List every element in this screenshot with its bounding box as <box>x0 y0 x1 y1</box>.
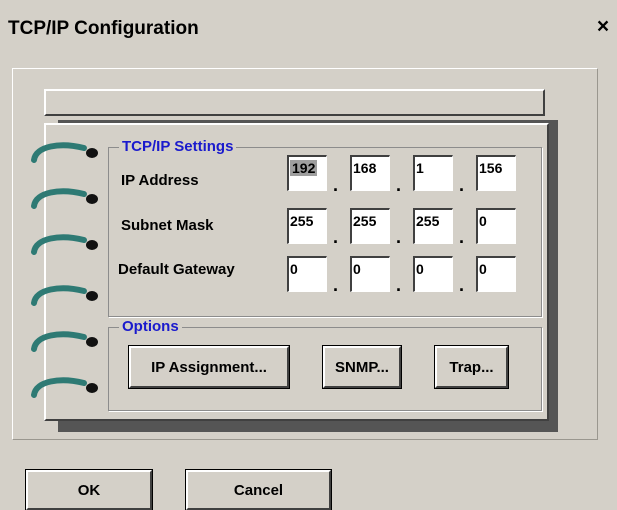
window-title: TCP/IP Configuration <box>8 18 199 39</box>
ip-address-separator: . <box>396 175 402 195</box>
binder-ring-icon <box>31 377 98 398</box>
close-icon[interactable]: × <box>594 16 612 38</box>
default-gateway-octet-4[interactable]: 0 <box>476 256 516 292</box>
ok-button[interactable]: OK <box>25 469 153 510</box>
default-gateway-octet-2[interactable]: 0 <box>350 256 390 292</box>
binder-ring-icon <box>31 234 98 255</box>
binder-ring-icon <box>31 142 98 163</box>
default-gateway-octet-3[interactable]: 0 <box>413 256 453 292</box>
ip-address-octet-2[interactable]: 168 <box>350 155 390 191</box>
subnet-mask-separator: . <box>333 227 339 247</box>
subnet-mask-separator: . <box>396 227 402 247</box>
options-label: Options <box>119 318 182 335</box>
subnet-mask-octet-4[interactable]: 0 <box>476 208 516 244</box>
title-bar: TCP/IP Configuration × <box>0 0 617 46</box>
binder-ring-icon <box>31 188 98 209</box>
notebook-header-bar <box>44 89 545 116</box>
default-gateway-separator: . <box>396 275 402 295</box>
ip-address-octet-1[interactable]: 192 <box>287 155 327 191</box>
subnet-mask-label: Subnet Mask <box>121 217 214 234</box>
ip-address-octet-3[interactable]: 1 <box>413 155 453 191</box>
subnet-mask-octet-1[interactable]: 255 <box>287 208 327 244</box>
tcpip-settings-label: TCP/IP Settings <box>119 138 237 155</box>
subnet-mask-octet-2[interactable]: 255 <box>350 208 390 244</box>
ip-address-separator: . <box>459 175 465 195</box>
default-gateway-separator: . <box>459 275 465 295</box>
subnet-mask-separator: . <box>459 227 465 247</box>
notebook-page: TCP/IP Settings IP Address 192 . 168 . 1… <box>44 123 549 421</box>
default-gateway-octet-1[interactable]: 0 <box>287 256 327 292</box>
default-gateway-label: Default Gateway <box>118 261 235 278</box>
binder-ring-icon <box>31 331 98 352</box>
trap-button[interactable]: Trap... <box>434 345 509 389</box>
ip-address-separator: . <box>333 175 339 195</box>
ip-address-label: IP Address <box>121 172 199 189</box>
ip-assignment-button[interactable]: IP Assignment... <box>128 345 290 389</box>
subnet-mask-octet-3[interactable]: 255 <box>413 208 453 244</box>
binder-ring-icon <box>31 285 98 306</box>
default-gateway-separator: . <box>333 275 339 295</box>
snmp-button[interactable]: SNMP... <box>322 345 402 389</box>
cancel-button[interactable]: Cancel <box>185 469 332 510</box>
ip-address-octet-4[interactable]: 156 <box>476 155 516 191</box>
